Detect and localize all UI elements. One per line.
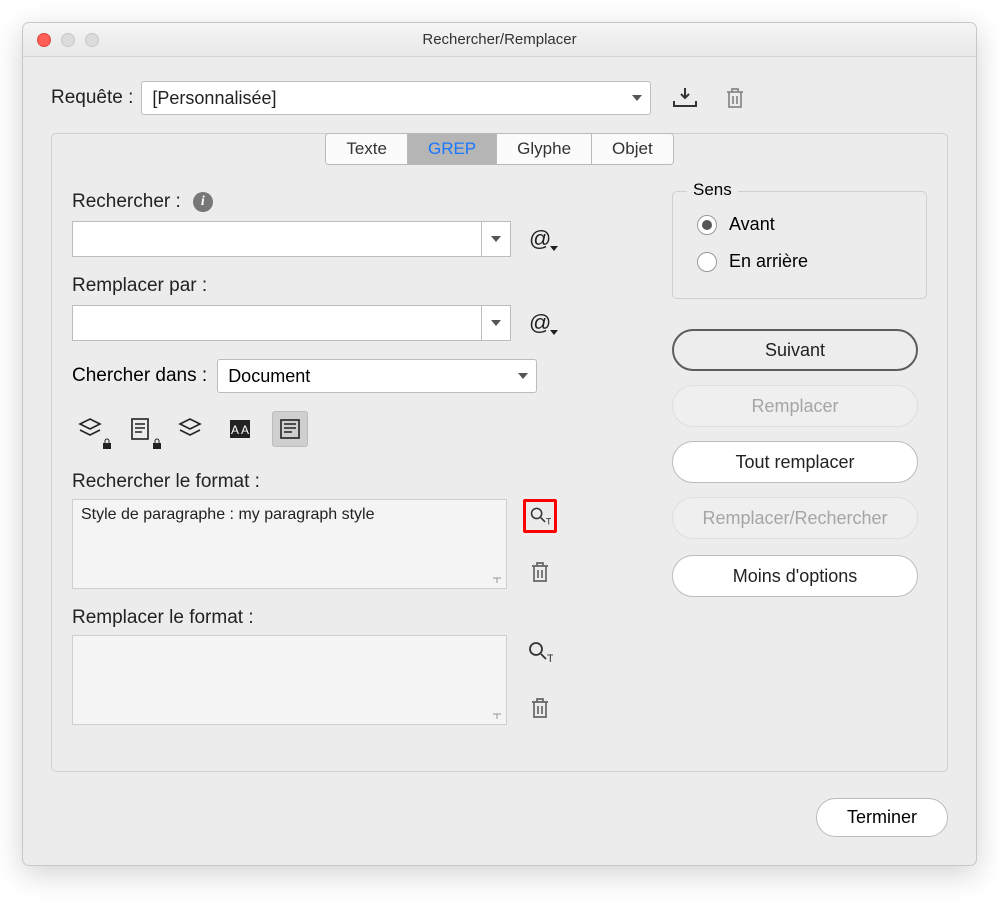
minimize-window-button[interactable]: [61, 33, 75, 47]
find-replace-dialog: Rechercher/Remplacer Requête : [Personna…: [22, 22, 977, 866]
main-panel: Texte GREP Glyphe Objet Rechercher : i: [51, 133, 948, 772]
svg-text:T: T: [546, 516, 551, 526]
replace-format-label: Remplacer le format :: [72, 607, 632, 629]
less-options-button[interactable]: Moins d'options: [672, 555, 918, 597]
search-in-select[interactable]: Document: [217, 359, 537, 393]
svg-text:A: A: [241, 423, 249, 437]
tab-glyphe[interactable]: Glyphe: [497, 134, 592, 164]
search-history-dropdown[interactable]: [481, 221, 511, 257]
query-select-value: [Personnalisée]: [152, 88, 276, 109]
tab-grep[interactable]: GREP: [408, 134, 497, 164]
tab-texte[interactable]: Texte: [326, 134, 408, 164]
search-format-box[interactable]: Style de paragraphe : my paragraph style: [72, 499, 507, 589]
replace-button: Remplacer: [672, 385, 918, 427]
replace-find-button: Remplacer/Rechercher: [672, 497, 918, 539]
titlebar: Rechercher/Remplacer: [23, 23, 976, 57]
clear-search-format-button[interactable]: [523, 555, 557, 589]
radio-icon: [697, 252, 717, 272]
svg-text:T: T: [547, 653, 553, 664]
tab-objet[interactable]: Objet: [592, 134, 673, 164]
direction-legend: Sens: [687, 180, 738, 200]
search-format-label: Rechercher le format :: [72, 471, 632, 493]
chevron-down-icon: [632, 95, 642, 101]
include-hidden-layers-icon[interactable]: [172, 411, 208, 447]
clear-replace-format-button[interactable]: [523, 691, 557, 725]
replace-input[interactable]: [72, 305, 482, 341]
include-locked-stories-icon[interactable]: [122, 411, 158, 447]
specify-search-format-button[interactable]: T: [523, 499, 557, 533]
radio-icon: [697, 215, 717, 235]
search-format-value: Style de paragraphe : my paragraph style: [81, 506, 375, 523]
direction-backward-radio[interactable]: En arrière: [697, 251, 902, 272]
save-query-icon[interactable]: [669, 82, 701, 114]
replace-label: Remplacer par :: [72, 275, 207, 297]
search-input[interactable]: [72, 221, 482, 257]
direction-forward-label: Avant: [729, 214, 775, 235]
direction-forward-radio[interactable]: Avant: [697, 214, 902, 235]
chevron-down-icon: [491, 236, 501, 242]
query-select[interactable]: [Personnalisée]: [141, 81, 651, 115]
replace-history-dropdown[interactable]: [481, 305, 511, 341]
mode-tabs: Texte GREP Glyphe Objet: [325, 133, 673, 165]
include-master-pages-icon[interactable]: AA: [222, 411, 258, 447]
zoom-window-button[interactable]: [85, 33, 99, 47]
search-in-label: Chercher dans :: [72, 365, 207, 387]
chevron-down-icon: [518, 373, 528, 379]
replace-all-button[interactable]: Tout remplacer: [672, 441, 918, 483]
direction-backward-label: En arrière: [729, 251, 808, 272]
replace-format-box[interactable]: [72, 635, 507, 725]
replace-special-char-menu[interactable]: @: [529, 310, 551, 336]
search-label: Rechercher :: [72, 191, 181, 213]
include-footnotes-icon[interactable]: [272, 411, 308, 447]
find-next-button[interactable]: Suivant: [672, 329, 918, 371]
chevron-down-icon: [491, 320, 501, 326]
window-controls: [37, 33, 99, 47]
direction-group: Sens Avant En arrière: [672, 191, 927, 299]
delete-query-icon[interactable]: [719, 82, 751, 114]
search-in-value: Document: [228, 366, 310, 387]
specify-replace-format-button[interactable]: T: [523, 635, 557, 669]
search-special-char-menu[interactable]: @: [529, 226, 551, 252]
close-window-button[interactable]: [37, 33, 51, 47]
svg-text:A: A: [231, 423, 239, 437]
info-icon[interactable]: i: [193, 192, 213, 212]
done-button[interactable]: Terminer: [816, 798, 948, 837]
include-locked-layers-icon[interactable]: [72, 411, 108, 447]
query-label: Requête :: [51, 87, 133, 109]
window-title: Rechercher/Remplacer: [23, 31, 976, 48]
